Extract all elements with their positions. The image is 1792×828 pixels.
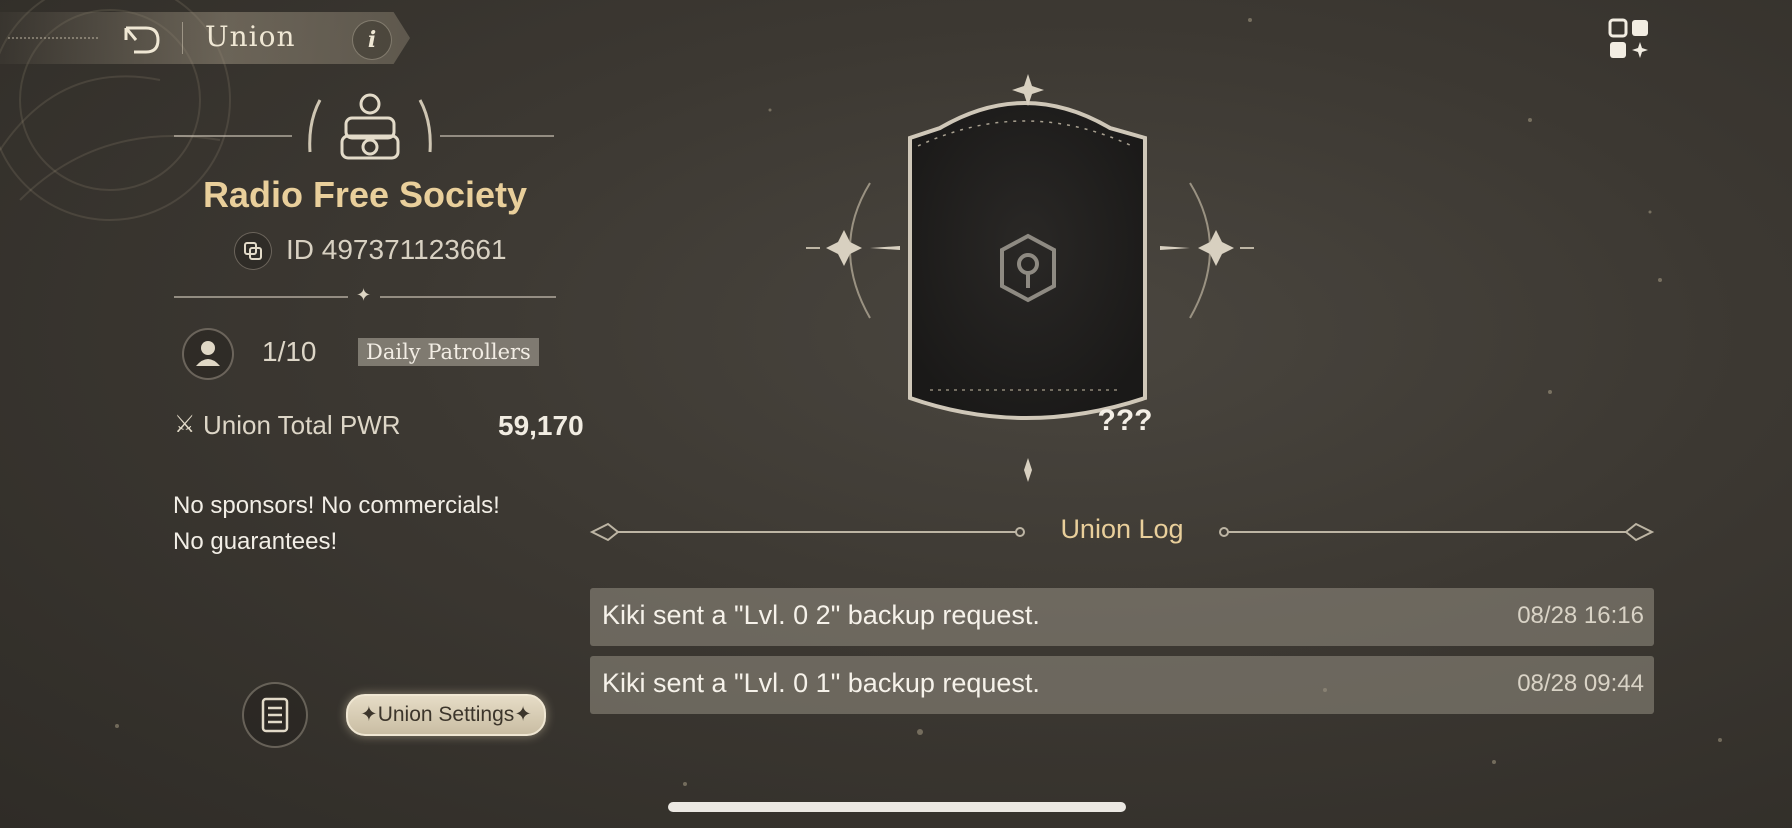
activity-tag: Daily Patrollers: [358, 338, 539, 366]
crest-line-left: [174, 135, 292, 137]
copy-icon: [244, 242, 262, 260]
pwr-label: Union Total PWR: [203, 410, 401, 440]
emblem-label: ???: [1097, 404, 1153, 437]
top-bar-dots: [8, 37, 98, 39]
crossed-swords-icon: ⚔: [174, 410, 196, 438]
pwr-value: 59,170: [498, 410, 584, 441]
notes-icon: [261, 697, 289, 733]
top-bar-separator: [182, 22, 183, 54]
home-indicator[interactable]: [668, 802, 1126, 812]
union-log-title: Union Log: [1060, 514, 1184, 544]
page-title: Union: [205, 20, 296, 53]
union-id: ID 497371123661: [286, 234, 507, 265]
copy-id-button[interactable]: [234, 232, 272, 270]
member-icon: [182, 328, 234, 380]
divider-star: ✦: [356, 285, 372, 306]
log-entry-message: Kiki sent a "Lvl. 0 2" backup request.: [602, 600, 1040, 630]
grid-menu-icon[interactable]: [1608, 18, 1652, 62]
log-entry[interactable]: Kiki sent a "Lvl. 0 1" backup request. 0…: [590, 656, 1654, 714]
union-crest-icon: [308, 93, 432, 160]
member-count: 1/10: [262, 336, 317, 367]
union-name: Radio Free Society: [202, 174, 528, 215]
log-entry-message: Kiki sent a "Lvl. 0 1" backup request.: [602, 668, 1040, 698]
description-line-2: No guarantees!: [173, 528, 338, 555]
divider-left: [174, 296, 348, 298]
union-settings-button[interactable]: ✦Union Settings✦: [346, 694, 546, 736]
log-entry[interactable]: Kiki sent a "Lvl. 0 2" backup request. 0…: [590, 588, 1654, 646]
info-button[interactable]: i: [352, 20, 392, 60]
description-line-1: No sponsors! No commercials!: [173, 492, 500, 519]
info-icon: i: [367, 27, 377, 53]
log-entry-time: 08/28 09:44: [1517, 670, 1644, 697]
union-description: No sponsors! No commercials! No guarante…: [173, 488, 553, 560]
log-entry-time: 08/28 16:16: [1517, 602, 1644, 629]
back-icon[interactable]: [120, 20, 164, 60]
notes-button[interactable]: [242, 682, 308, 748]
divider-right: [380, 296, 556, 298]
